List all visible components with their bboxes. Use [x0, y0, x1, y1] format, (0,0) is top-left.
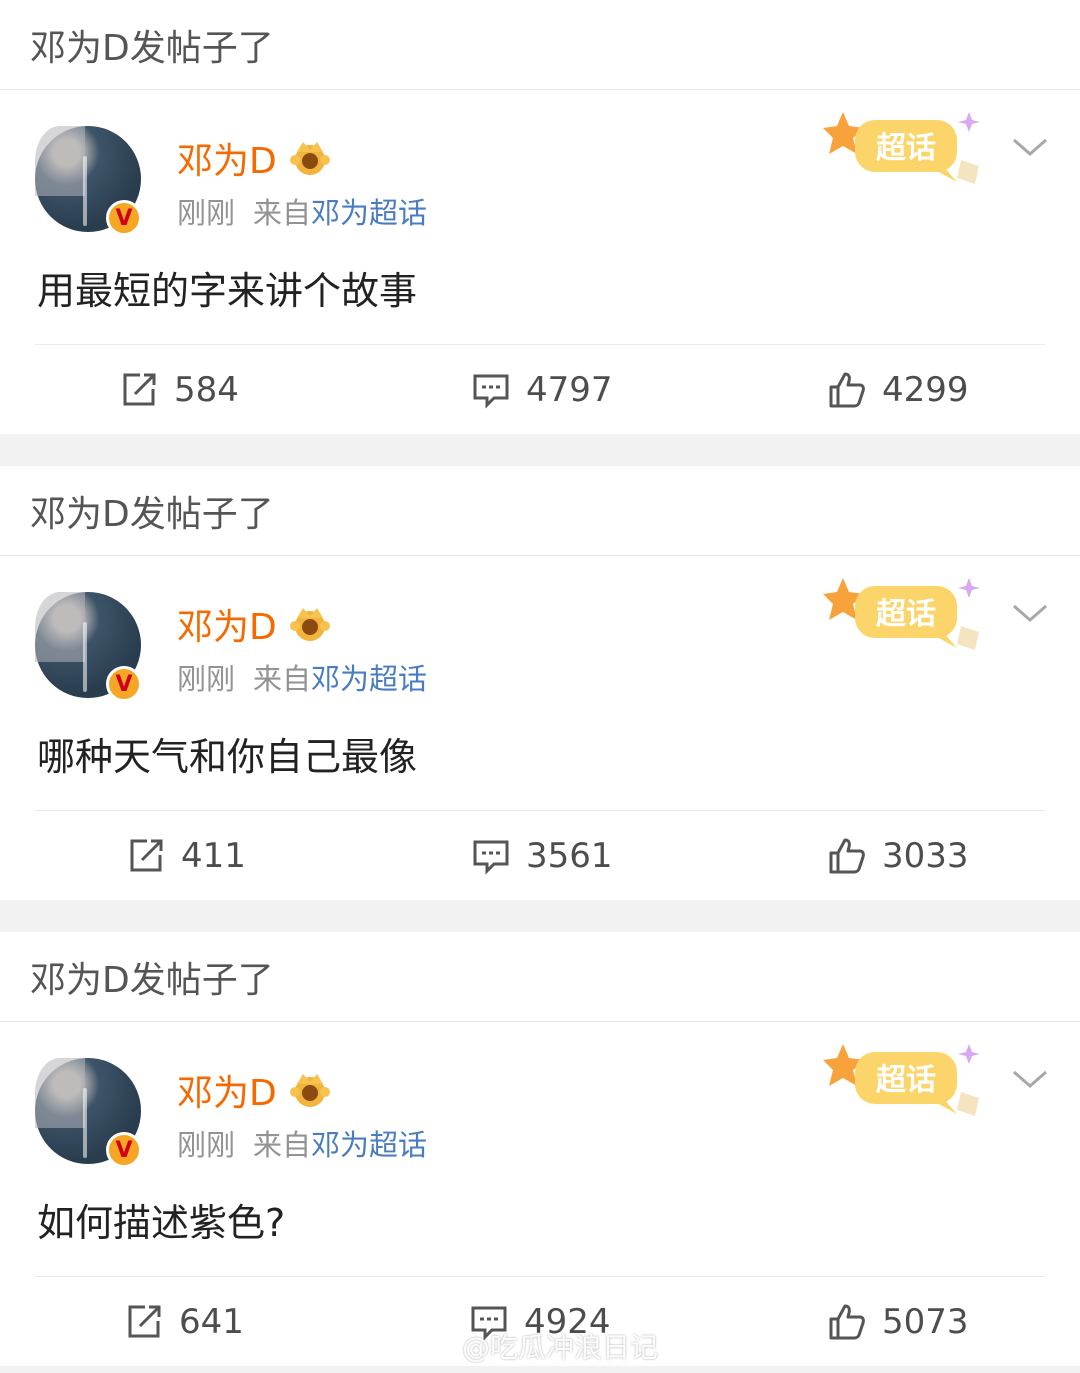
verified-badge-icon: V: [106, 666, 142, 702]
source-link[interactable]: 邓为超话: [311, 196, 427, 230]
post-card: 邓为D发帖子了 V 邓为D 刚刚 来自邓为超话: [0, 466, 1080, 900]
avatar-stripe: [83, 156, 87, 226]
action-bar: 584 4797 4299: [0, 345, 1080, 434]
post-meta: 刚刚 来自邓为超话: [177, 656, 427, 698]
post-content[interactable]: 用最短的字来讲个故事: [37, 260, 417, 315]
repost-button[interactable]: 411: [127, 811, 246, 900]
repost-button[interactable]: 584: [120, 345, 239, 434]
username-text[interactable]: 邓为D: [177, 132, 277, 184]
post-time: 刚刚: [177, 1128, 236, 1162]
source-link[interactable]: 邓为超话: [311, 1128, 427, 1162]
source-prefix: 来自: [253, 1128, 312, 1162]
username[interactable]: 邓为D: [177, 598, 333, 650]
card-header: 邓为D发帖子了: [0, 0, 1080, 90]
comment-button[interactable]: 4797: [472, 345, 613, 434]
post-time: 刚刚: [177, 196, 236, 230]
chevron-down-icon[interactable]: [1010, 600, 1050, 626]
post[interactable]: V 邓为D 刚刚 来自邓为超话 超话: [0, 1022, 1080, 1366]
avatar[interactable]: V: [35, 1058, 142, 1168]
repost-button[interactable]: 641: [125, 1277, 244, 1366]
chaohua-badge-label: 超话: [876, 1063, 936, 1098]
action-bar: 411 3561 3033: [0, 811, 1080, 900]
verified-badge-icon: V: [106, 1132, 142, 1168]
username[interactable]: 邓为D: [177, 1064, 333, 1116]
post-meta: 刚刚 来自邓为超话: [177, 1122, 427, 1164]
like-count: 5073: [882, 1301, 969, 1342]
avatar-shade: [35, 1058, 85, 1128]
weibo-logo-icon: [416, 1332, 455, 1362]
repost-icon: [130, 839, 163, 871]
chaohua-badge-icon[interactable]: 超话: [823, 576, 993, 656]
username[interactable]: 邓为D: [177, 132, 333, 184]
comment-count: 3561: [526, 835, 613, 876]
chevron-down-icon[interactable]: [1010, 134, 1050, 160]
like-icon: [829, 838, 865, 873]
source-prefix: 来自: [253, 196, 312, 230]
avatar[interactable]: V: [35, 126, 142, 236]
like-button[interactable]: 3033: [828, 811, 969, 900]
comment-icon: [473, 374, 509, 409]
source-link[interactable]: 邓为超话: [311, 662, 427, 696]
like-count: 4299: [882, 369, 969, 410]
watermark-text: @吃瓜冲浪日记: [462, 1331, 659, 1364]
post[interactable]: V 邓为D 刚刚 来自邓为超话 超话: [0, 556, 1080, 900]
comment-count: 4797: [526, 369, 613, 410]
avatar-shade: [35, 126, 85, 196]
chaohua-badge-label: 超话: [876, 131, 936, 166]
post-card: 邓为D发帖子了 V 邓为D 刚刚 来自邓为超话: [0, 0, 1080, 434]
like-button[interactable]: 4299: [828, 345, 969, 434]
avatar-stripe: [83, 622, 87, 692]
repost-count: 584: [174, 369, 239, 410]
watermark: @吃瓜冲浪日记: [416, 1326, 658, 1366]
avatar[interactable]: V: [35, 592, 142, 702]
crown-icon: [289, 1074, 330, 1107]
username-text[interactable]: 邓为D: [177, 1064, 277, 1116]
chevron-down-icon[interactable]: [1010, 1066, 1050, 1092]
repost-count: 411: [181, 835, 246, 876]
repost-icon: [128, 1305, 161, 1337]
post[interactable]: V 邓为D 刚刚 来自邓为超话 超话: [0, 90, 1080, 434]
username-text[interactable]: 邓为D: [177, 598, 277, 650]
like-icon: [829, 372, 865, 407]
chaohua-badge-icon[interactable]: 超话: [823, 1042, 993, 1122]
crown-icon: [289, 142, 330, 175]
verified-badge-icon: V: [106, 200, 142, 236]
chaohua-badge-icon[interactable]: 超话: [823, 110, 993, 190]
post-time: 刚刚: [177, 662, 236, 696]
like-icon: [829, 1304, 865, 1339]
like-button[interactable]: 5073: [828, 1277, 969, 1366]
comment-button[interactable]: 3561: [472, 811, 613, 900]
repost-icon: [123, 373, 156, 405]
crown-icon: [289, 608, 330, 641]
repost-count: 641: [179, 1301, 244, 1342]
avatar-shade: [35, 592, 85, 662]
card-header: 邓为D发帖子了: [0, 932, 1080, 1022]
source-prefix: 来自: [253, 662, 312, 696]
comment-icon: [473, 840, 509, 875]
post-card: 邓为D发帖子了 V 邓为D 刚刚 来自邓为超话: [0, 932, 1080, 1366]
post-content[interactable]: 如何描述紫色?: [37, 1192, 285, 1247]
avatar-stripe: [83, 1088, 87, 1158]
post-content[interactable]: 哪种天气和你自己最像: [37, 726, 417, 781]
post-meta: 刚刚 来自邓为超话: [177, 190, 427, 232]
card-header: 邓为D发帖子了: [0, 466, 1080, 556]
like-count: 3033: [882, 835, 969, 876]
chaohua-badge-label: 超话: [876, 597, 936, 632]
weibo-feed: 邓为D发帖子了 V 邓为D 刚刚 来自邓为超话 超话 用最短的字来讲个故事 58…: [0, 0, 1080, 1373]
